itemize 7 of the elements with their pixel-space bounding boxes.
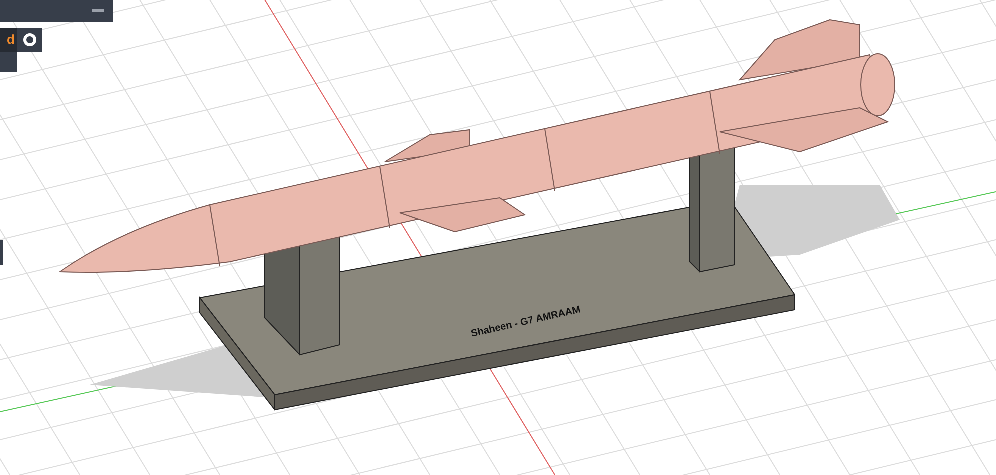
item-label: d: [0, 28, 17, 52]
panel-edge: [0, 240, 3, 265]
engraved-label: Shaheen - G7 AMRAAM: [470, 304, 582, 340]
minimize-icon[interactable]: [92, 9, 104, 12]
radio-icon[interactable]: [23, 33, 37, 47]
panel-item[interactable]: d: [0, 28, 42, 52]
panel-tab[interactable]: [0, 52, 17, 72]
